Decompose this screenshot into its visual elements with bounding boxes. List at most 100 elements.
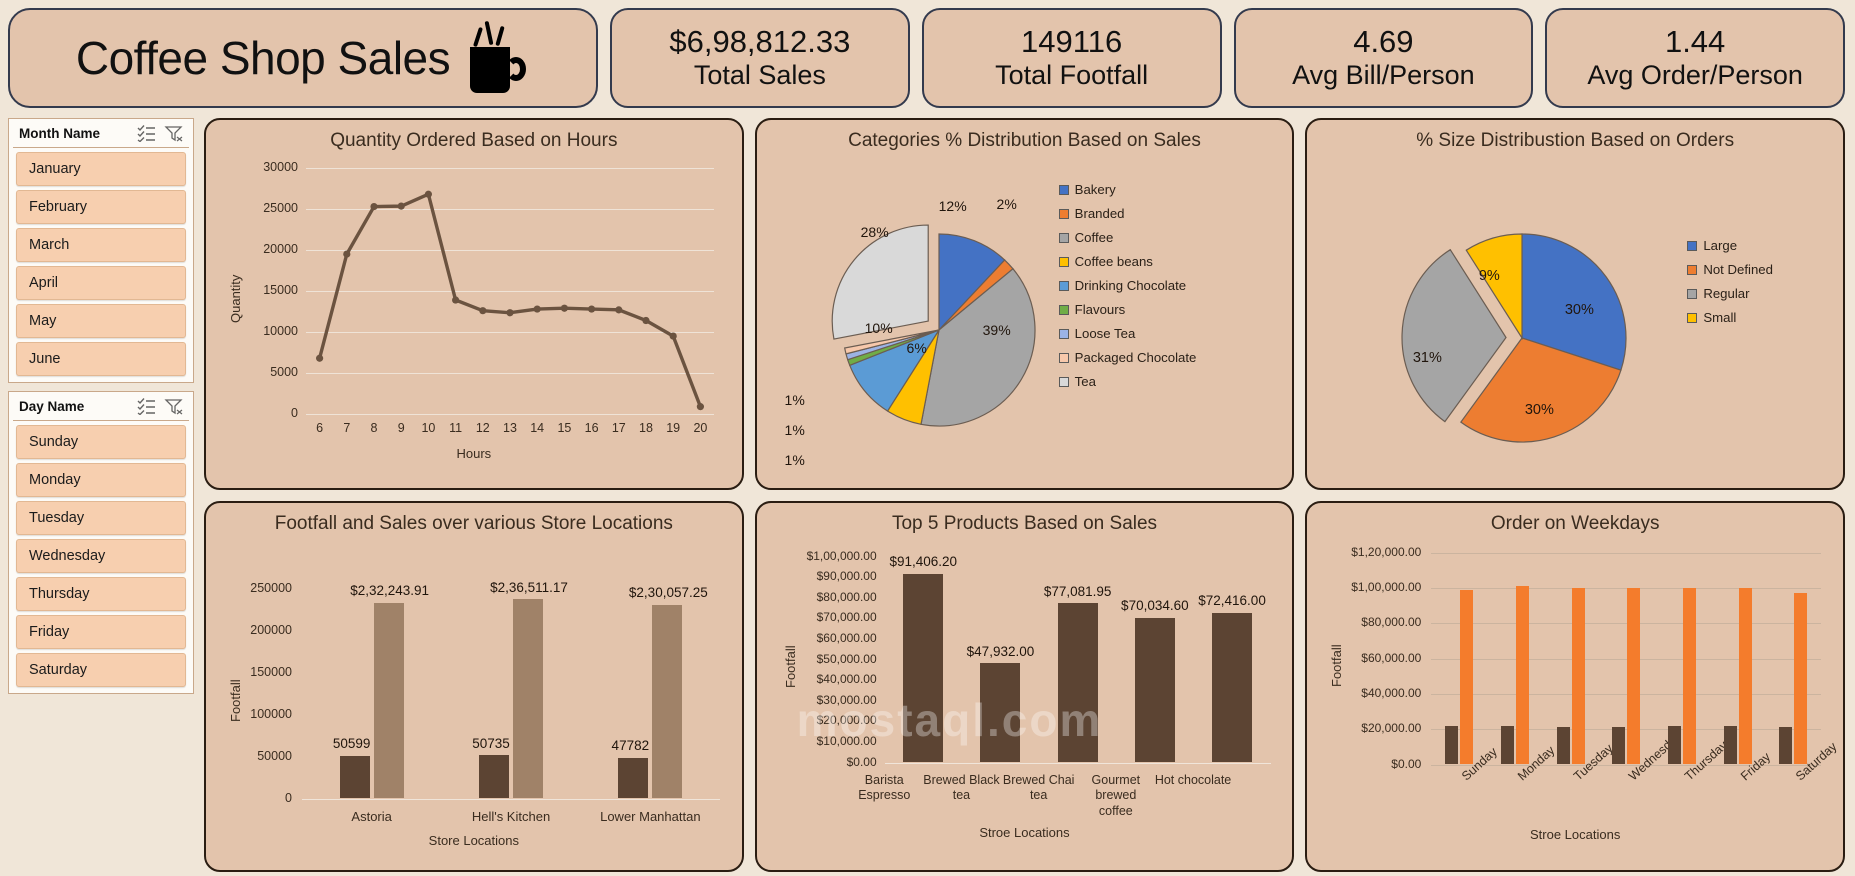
gridline xyxy=(1431,623,1822,625)
x-axis-label: Stroe Locations xyxy=(979,824,1070,840)
bar-product xyxy=(1057,603,1098,762)
chart-card-quantity-hours[interactable]: Quantity Ordered Based on Hours 0 5000 100… xyxy=(204,118,744,490)
legend-label: Packaged Chocolate xyxy=(1074,350,1197,365)
legend-item: Packaged Chocolate xyxy=(1058,350,1197,365)
y-axis-tick: $30,000.00 xyxy=(816,692,877,707)
bar-sales xyxy=(513,599,543,798)
legend-label: Loose Tea xyxy=(1074,326,1136,341)
y-axis-tick: $90,000.00 xyxy=(816,569,877,584)
slicer-item-march[interactable]: March xyxy=(16,228,186,262)
line-chart-plot: 0 5000 10000 15000 20000 25000 30000 6 7 8 9 10 11 12… xyxy=(206,120,742,488)
slicer-title: Day Name xyxy=(19,399,85,414)
bar-product xyxy=(903,573,944,762)
y-axis-tick: $1,00,000.00 xyxy=(806,548,877,563)
x-axis-tick: 14 xyxy=(530,421,545,435)
pie-slice-label: 9% xyxy=(1478,268,1500,284)
bar-footfall xyxy=(1612,726,1626,764)
x-axis-tick: 13 xyxy=(503,421,517,435)
legend-swatch xyxy=(1687,312,1698,323)
x-axis-tick: 19 xyxy=(666,421,681,435)
line-series-quantity xyxy=(316,190,704,411)
x-axis-tick: 9 xyxy=(397,421,405,435)
pie-slice-label: 31% xyxy=(1412,350,1442,366)
bar-value-label: $72,416.00 xyxy=(1198,593,1266,609)
y-axis-tick: $50,000.00 xyxy=(816,651,877,666)
bar-value-label: $47,932.00 xyxy=(966,643,1035,659)
legend-label: Large xyxy=(1703,238,1738,253)
y-axis-tick: 200000 xyxy=(250,622,292,637)
bar-orders xyxy=(1738,588,1752,764)
legend-item: Flavours xyxy=(1058,302,1197,317)
multi-select-icon[interactable] xyxy=(137,125,156,142)
gridline xyxy=(1431,587,1822,589)
slicer-item-monday[interactable]: Monday xyxy=(16,463,186,497)
bar-chart-weekdays-plot: $0.00 $20,000.00 $40,000.00 $60,000.00 $80,0… xyxy=(1307,503,1843,871)
gridline xyxy=(1431,729,1822,731)
y-axis-label: Footfall xyxy=(782,644,798,688)
coffee-cup-icon xyxy=(464,20,530,95)
legend-swatch xyxy=(1058,304,1069,315)
chart-card-top5-products[interactable]: Top 5 Products Based on Sales $0.00 $10,0… xyxy=(754,500,1295,872)
slicer-item-thursday[interactable]: Thursday xyxy=(16,577,186,611)
chart-card-footfall-sales-locations[interactable]: Footfall and Sales over various Store Lo… xyxy=(204,500,744,872)
bar-product xyxy=(1212,612,1253,762)
y-axis-tick: $0.00 xyxy=(1391,756,1422,771)
y-axis-tick: $80,000.00 xyxy=(816,589,877,604)
pie-slice-label: 39% xyxy=(982,322,1011,338)
bar-footfall xyxy=(1723,726,1737,764)
kpi-value: 4.69 xyxy=(1353,23,1414,59)
legend-label: Coffee beans xyxy=(1074,254,1153,269)
x-axis-tick: Gourmet brewed coffee xyxy=(1091,772,1141,818)
legend-swatch xyxy=(1687,288,1698,299)
slicer-item-april[interactable]: April xyxy=(16,266,186,300)
slicer-item-friday[interactable]: Friday xyxy=(16,615,186,649)
slicer-item-may[interactable]: May xyxy=(16,304,186,338)
legend-swatch xyxy=(1058,184,1069,195)
pie-slice-label: 30% xyxy=(1564,302,1594,318)
slicer-item-february[interactable]: February xyxy=(16,190,186,224)
x-axis-tick: 10 xyxy=(421,421,436,435)
chart-card-categories-distribution[interactable]: Categories % Distribution Based on Sales… xyxy=(754,118,1295,490)
y-axis-tick: 100000 xyxy=(250,706,292,721)
clear-filter-icon[interactable] xyxy=(164,125,183,142)
x-axis-tick: 8 xyxy=(370,421,378,435)
multi-select-icon[interactable] xyxy=(137,398,156,415)
y-axis-tick: $0.00 xyxy=(846,754,877,769)
slicer-item-tuesday[interactable]: Tuesday xyxy=(16,501,186,535)
bar-value-label-sales: $2,32,243.91 xyxy=(350,583,430,599)
chart-card-order-weekdays[interactable]: Order on Weekdays $0.00 $20,000.00 $40,000… xyxy=(1305,500,1845,872)
chart-card-size-distribution[interactable]: % Size Distribustion Based on Orders 30%… xyxy=(1305,118,1845,490)
bar-value-label: $77,081.95 xyxy=(1043,583,1112,599)
legend-swatch xyxy=(1058,352,1069,363)
legend-label: Branded xyxy=(1074,206,1125,221)
x-axis-tick: Astoria xyxy=(351,808,392,824)
y-axis-label: Footfall xyxy=(1329,643,1345,687)
clear-filter-icon[interactable] xyxy=(164,398,183,415)
kpi-label: Total Footfall xyxy=(995,59,1149,90)
x-axis-tick: Barista Espresso xyxy=(858,772,911,803)
slicer-item-january[interactable]: January xyxy=(16,152,186,186)
kpi-value: 149116 xyxy=(1021,23,1123,59)
x-axis-tick: 6 xyxy=(316,421,324,435)
slicer-header: Month Name xyxy=(13,122,189,148)
pie-slice-label: 30% xyxy=(1524,402,1554,418)
kpi-label: Avg Order/Person xyxy=(1587,59,1803,90)
legend-swatch xyxy=(1687,264,1698,275)
legend-swatch xyxy=(1058,376,1069,387)
bar-value-label: $70,034.60 xyxy=(1121,598,1189,614)
bar-value-label-footfall: 50599 xyxy=(332,735,371,751)
x-axis-tick: 11 xyxy=(449,421,463,435)
y-axis-tick: $10,000.00 xyxy=(816,733,877,748)
slicer-item-saturday[interactable]: Saturday xyxy=(16,653,186,687)
y-axis-tick: $60,000.00 xyxy=(1361,650,1422,665)
gridline xyxy=(1431,552,1822,554)
slicer-item-wednesday[interactable]: Wednesday xyxy=(16,539,186,573)
pie-slice-label: 6% xyxy=(906,340,927,356)
y-axis-tick: $20,000.00 xyxy=(1361,721,1422,736)
slicer-item-sunday[interactable]: Sunday xyxy=(16,425,186,459)
bar-value-label-footfall: 47782 xyxy=(611,738,650,754)
page-title: Coffee Shop Sales xyxy=(75,32,451,84)
chart-legend: Large Not Defined Regular Small xyxy=(1687,238,1773,334)
kpi-card-avg-order-per-person: 1.44 Avg Order/Person xyxy=(1545,8,1845,108)
slicer-item-june[interactable]: June xyxy=(16,342,186,376)
